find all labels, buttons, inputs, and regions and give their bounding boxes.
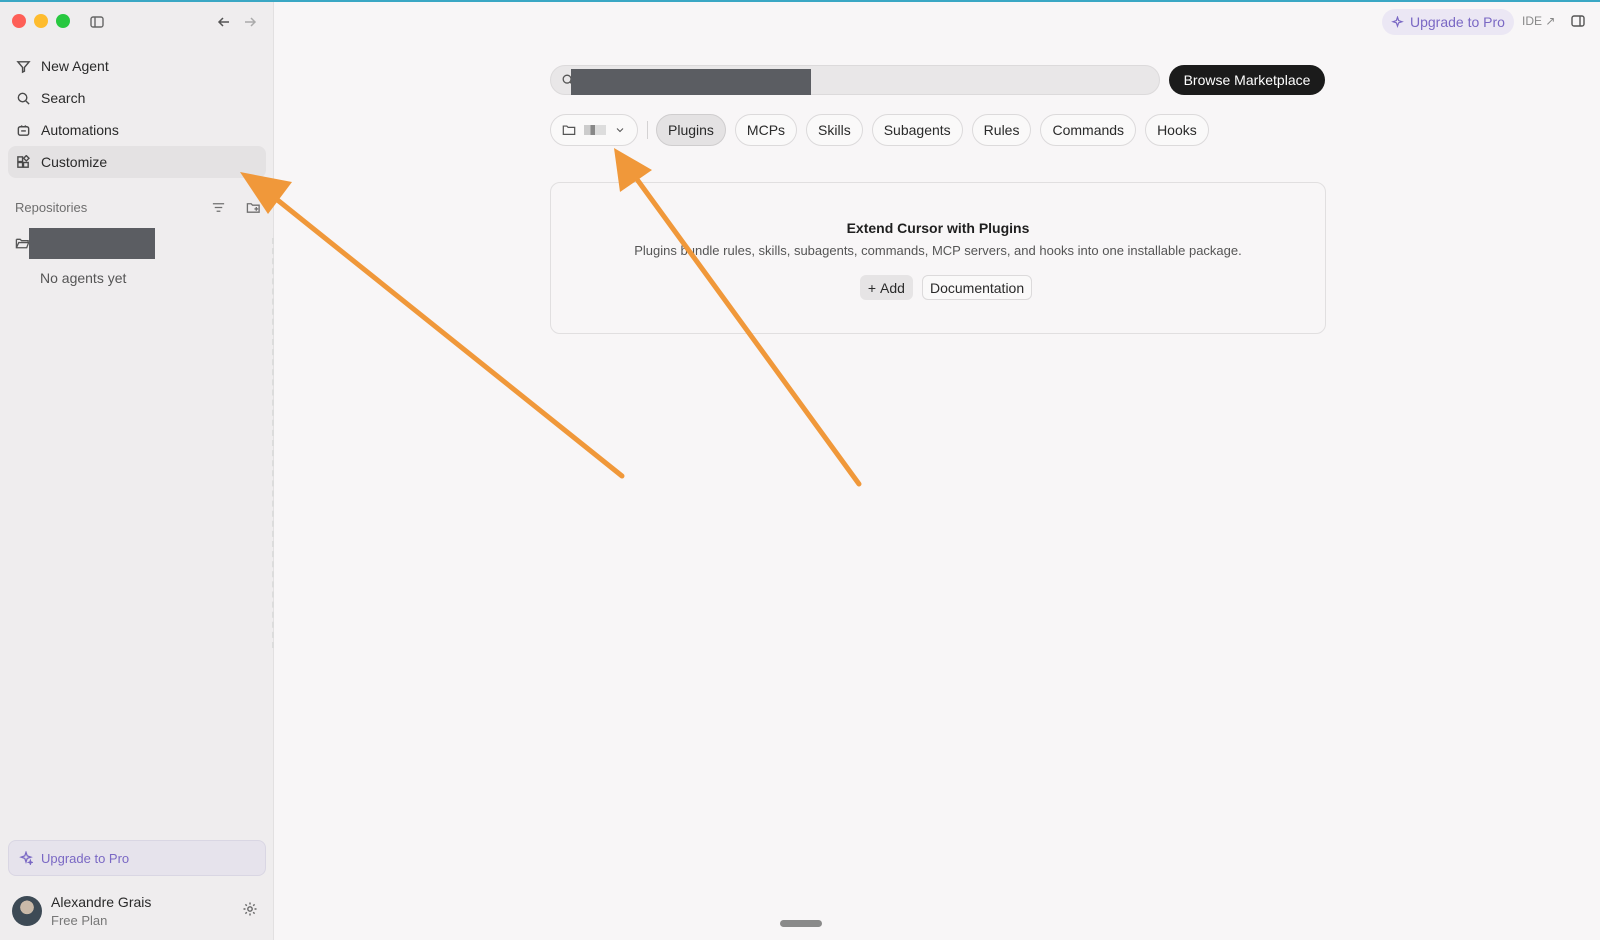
- folder-icon: [562, 125, 576, 135]
- card-actions: + Add Documentation: [551, 275, 1325, 300]
- add-label: Add: [880, 279, 905, 296]
- back-arrow-icon[interactable]: [214, 12, 234, 32]
- panel-toggle-icon[interactable]: [1570, 13, 1586, 34]
- customize-icon: [17, 154, 30, 168]
- plus-icon: +: [867, 279, 877, 296]
- automations-icon: [17, 124, 30, 136]
- redacted-search-text: [571, 69, 811, 95]
- upgrade-label: Upgrade to Pro: [41, 850, 130, 866]
- minimize-window-button[interactable]: [34, 14, 48, 28]
- agent-icon: [16, 60, 31, 73]
- window-controls: [12, 14, 70, 28]
- sidebar-item-label: Customize: [41, 154, 108, 170]
- folder-open-icon: [15, 238, 30, 249]
- repositories-label: Repositories: [15, 200, 88, 215]
- add-folder-icon[interactable]: [246, 200, 261, 215]
- divider: [647, 121, 648, 139]
- search-bar[interactable]: [550, 65, 1160, 95]
- sidebar-item-automations[interactable]: Automations: [8, 114, 266, 146]
- browse-marketplace-button[interactable]: Browse Marketplace: [1169, 65, 1325, 95]
- user-profile[interactable]: Alexandre Grais Free Plan: [12, 894, 151, 928]
- user-info: Alexandre Grais Free Plan: [51, 894, 151, 928]
- ide-link[interactable]: IDE ↗: [1522, 14, 1555, 28]
- upgrade-label: Upgrade to Pro: [1410, 14, 1505, 30]
- sidebar-item-customize[interactable]: Customize: [8, 146, 266, 178]
- sidebar-item-label: Automations: [41, 122, 119, 138]
- user-name: Alexandre Grais: [51, 894, 152, 910]
- sidebar-resize-handle[interactable]: [272, 238, 274, 648]
- plugins-empty-state-card: Extend Cursor with Plugins Plugins bundl…: [550, 182, 1326, 334]
- close-window-button[interactable]: [12, 14, 26, 28]
- tab-rules[interactable]: Rules: [971, 114, 1032, 146]
- sidebar-toggle-icon[interactable]: [87, 12, 107, 32]
- repository-item[interactable]: [15, 228, 155, 259]
- tab-commands[interactable]: Commands: [1040, 114, 1137, 146]
- folder-selector[interactable]: [550, 114, 638, 146]
- card-title: Extend Cursor with Plugins: [846, 220, 1030, 236]
- no-agents-text: No agents yet: [40, 270, 127, 286]
- maximize-window-button[interactable]: [56, 14, 70, 28]
- redacted-folder-name: [584, 125, 606, 135]
- sidebar-item-label: Search: [41, 90, 86, 106]
- top-upgrade-button[interactable]: Upgrade to Pro: [1382, 9, 1514, 35]
- tab-plugins[interactable]: Plugins: [656, 114, 726, 146]
- category-tabs: Plugins MCPs Skills Subagents Rules Comm…: [656, 114, 1209, 146]
- redacted-repository-name: [29, 228, 155, 259]
- sparkle-icon: [1391, 15, 1404, 28]
- sidebar-item-new-agent[interactable]: New Agent: [8, 50, 266, 82]
- sidebar: New Agent Search Automations Customize R…: [0, 2, 274, 940]
- search-icon: [17, 92, 30, 105]
- app-window: New Agent Search Automations Customize R…: [0, 0, 1600, 940]
- tab-skills[interactable]: Skills: [806, 114, 863, 146]
- filter-icon[interactable]: [211, 200, 226, 215]
- sidebar-item-label: New Agent: [41, 58, 109, 74]
- add-plugin-button[interactable]: + Add: [859, 275, 913, 300]
- tab-mcps[interactable]: MCPs: [734, 114, 798, 146]
- repositories-header: Repositories: [15, 200, 261, 215]
- sidebar-item-search[interactable]: Search: [8, 82, 266, 114]
- forward-arrow-icon[interactable]: [240, 12, 260, 32]
- tab-hooks[interactable]: Hooks: [1145, 114, 1209, 146]
- avatar: [12, 896, 42, 926]
- tab-subagents[interactable]: Subagents: [871, 114, 963, 146]
- sidebar-nav: New Agent Search Automations Customize: [8, 50, 266, 178]
- settings-gear-icon[interactable]: [242, 901, 258, 917]
- chevron-down-icon: [616, 128, 624, 133]
- scroll-handle[interactable]: [780, 920, 822, 927]
- sidebar-upgrade-button[interactable]: Upgrade to Pro: [8, 840, 266, 876]
- user-plan: Free Plan: [51, 913, 108, 928]
- sparkle-icon: [19, 851, 33, 865]
- documentation-button[interactable]: Documentation: [921, 275, 1033, 300]
- card-description: Plugins bundle rules, skills, subagents,…: [634, 243, 1242, 258]
